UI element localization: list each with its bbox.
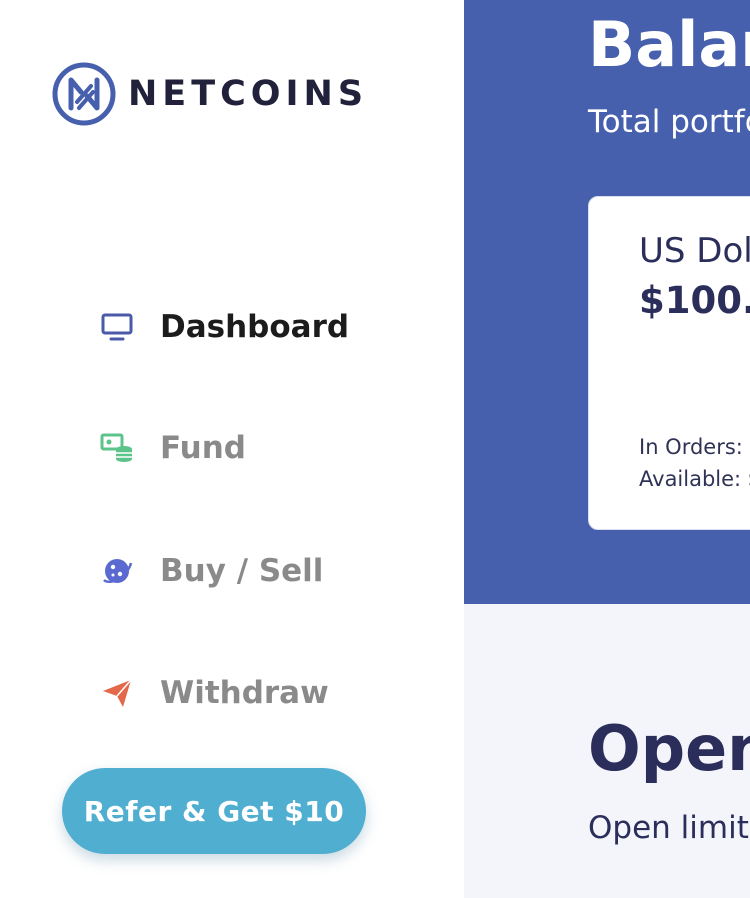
- sidebar-item-label: Fund: [160, 430, 246, 466]
- usd-balance-card[interactable]: US Dol $100.0 In Orders: Available: $: [588, 196, 750, 530]
- card-available: Available: $: [639, 467, 750, 491]
- card-currency-name: US Dol: [639, 231, 750, 271]
- netcoins-logo-icon: [52, 62, 116, 126]
- card-in-orders: In Orders:: [639, 435, 743, 459]
- balance-header: Balan Total portfo US Dol $100.0 In Orde…: [464, 0, 750, 604]
- monitor-icon: [100, 310, 134, 344]
- refer-button[interactable]: Refer & Get $10: [62, 768, 366, 854]
- card-balance-amount: $100.0: [639, 279, 750, 322]
- page-title: Balan: [588, 8, 750, 81]
- brand-name: NETCOINS: [128, 74, 369, 114]
- sidebar: NETCOINS Dashboard Fund Buy / Sell Withd…: [0, 0, 464, 898]
- main-content: Balan Total portfo US Dol $100.0 In Orde…: [464, 0, 750, 898]
- open-orders-section: Open Open limit: [464, 604, 750, 898]
- sidebar-item-buy-sell[interactable]: Buy / Sell: [100, 540, 440, 602]
- sidebar-item-dashboard[interactable]: Dashboard: [100, 296, 440, 358]
- section-title: Open: [588, 712, 750, 785]
- sidebar-item-label: Withdraw: [160, 675, 329, 711]
- app-page: NETCOINS Dashboard Fund Buy / Sell Withd…: [0, 0, 750, 898]
- planet-coin-icon: [100, 554, 134, 588]
- paper-plane-icon: [100, 676, 134, 710]
- page-subtitle: Total portfo: [588, 104, 750, 140]
- fund-money-icon: [100, 431, 134, 465]
- sidebar-item-withdraw[interactable]: Withdraw: [100, 662, 440, 724]
- sidebar-item-label: Dashboard: [160, 309, 350, 345]
- sidebar-item-label: Buy / Sell: [160, 553, 324, 589]
- sidebar-item-fund[interactable]: Fund: [100, 417, 440, 479]
- section-subtitle: Open limit: [588, 810, 749, 846]
- brand-logo[interactable]: NETCOINS: [52, 62, 368, 126]
